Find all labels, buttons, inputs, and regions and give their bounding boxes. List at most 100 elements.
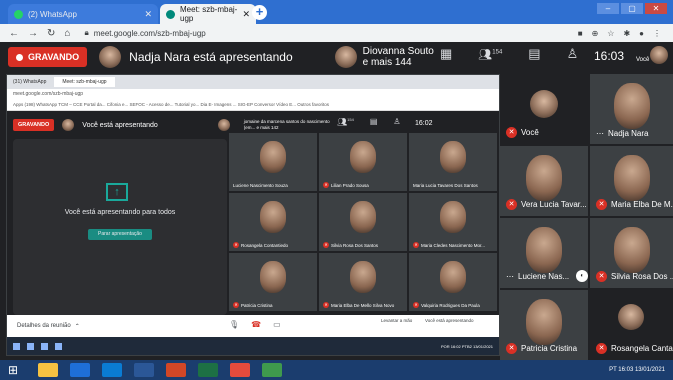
- people-icon[interactable]: 👥︎154: [478, 48, 502, 61]
- participant-avatar: [334, 46, 357, 68]
- participant-tile-self[interactable]: ✕ Você: [500, 114, 588, 144]
- powerpoint-icon[interactable]: [166, 363, 186, 377]
- close-tab-icon[interactable]: ✕: [144, 9, 152, 20]
- participant-summary[interactable]: Diovanna Souto e mais 144: [363, 46, 434, 68]
- inner-sys-tray: POR 16:02 PTB2 13/01/2021: [440, 343, 493, 349]
- inner-participant-avatar: [217, 119, 230, 131]
- presenter-avatar: [99, 46, 122, 68]
- inner-grid-tile: ✕ Maria Elba De Mello Silva Novo: [319, 253, 407, 311]
- pin-icon[interactable]: ◐: [576, 270, 588, 282]
- meet-toolbar-icons: ▦ 👥︎154 ▤ ♙: [440, 46, 578, 62]
- tile-name: Maria Cledes Nascimento Mor...: [421, 242, 486, 248]
- activities-icon[interactable]: ♙: [567, 46, 579, 62]
- presenting-panel: ↑ Você está apresentando para todos Para…: [13, 139, 227, 315]
- inner-address-bar: meet.google.com/szb-mbaj-ugp: [7, 89, 499, 99]
- tab-meet[interactable]: Meet: szb-mbaj-ugp ✕: [160, 4, 256, 24]
- inner-chat-icon: ▤: [369, 117, 378, 126]
- inner-recording-badge: GRAVANDO: [13, 119, 55, 131]
- tile-name: Maria Lucia Tavares Dos Santos: [413, 183, 478, 188]
- inner-tab-bar: (31) WhatsApp Meet: szb-mbaj-ugp: [7, 75, 499, 89]
- inner-you-presenting: Você está apresentando: [425, 318, 474, 323]
- participant-tile[interactable]: ✕ Maria Elba De M...: [590, 146, 673, 216]
- new-tab-button[interactable]: +: [252, 5, 267, 20]
- tile-name: Rosangela Canta...: [611, 344, 673, 353]
- recording-badge: GRAVANDO: [8, 47, 88, 67]
- participant-tile[interactable]: ⋯ Luciene Nas... ◐: [500, 218, 588, 288]
- file-explorer-icon[interactable]: [38, 363, 58, 377]
- presenting-to-all-text: Você está apresentando para todos: [64, 209, 176, 216]
- minimize-icon[interactable]: –: [597, 3, 619, 14]
- profile-avatar[interactable]: ●: [639, 29, 644, 38]
- inner-participant-grid: Luciene Nascimento Souza ✕ Lilian Prado S…: [229, 133, 499, 313]
- inner-presenter-avatar: [62, 119, 75, 131]
- start-button[interactable]: ⊞: [0, 360, 26, 380]
- shared-screen: (31) WhatsApp Meet: szb-mbaj-ugp meet.go…: [6, 74, 500, 356]
- forward-icon[interactable]: →: [28, 28, 38, 39]
- tile-name: Rosangela Contantiedo: [241, 242, 289, 248]
- url-field[interactable]: meet.google.com/szb-mbaj-ugp: [94, 29, 206, 38]
- participant-tile[interactable]: ✕ Rosangela Canta...: [590, 290, 673, 360]
- mic-off-icon: ✕: [506, 343, 517, 354]
- recording-label: GRAVANDO: [28, 52, 80, 62]
- close-window-icon[interactable]: ✕: [645, 3, 667, 14]
- extensions-icon[interactable]: ✱: [623, 29, 630, 38]
- participant-tile[interactable]: ✕ Vera Lucia Tavar...: [500, 146, 588, 216]
- tile-name: Luciene Nascimento Souza: [233, 183, 288, 188]
- inner-taskbar-icon: [27, 342, 34, 350]
- app-icon[interactable]: [262, 363, 282, 377]
- media-icon[interactable]: [102, 363, 122, 377]
- word-icon[interactable]: [134, 363, 154, 377]
- close-tab-icon[interactable]: ✕: [242, 9, 250, 20]
- chat-icon[interactable]: ▤: [528, 46, 540, 62]
- inner-grid-tile: ✕ Rosangela Contantiedo: [229, 193, 317, 251]
- meet-icon: [166, 9, 175, 19]
- participant-tile[interactable]: ⋯ Nadja Nara: [590, 74, 673, 144]
- inner-grid-tile: ✕ Silvia Rosa Dos Santos: [319, 193, 407, 251]
- maximize-icon[interactable]: ▢: [621, 3, 643, 14]
- inner-people-icon: 👥︎154: [337, 117, 354, 127]
- meeting-details-link: Detalhes da reunião: [17, 323, 71, 329]
- tile-name: Patricia Cristina: [521, 344, 578, 353]
- tab-whatsapp[interactable]: (2) WhatsApp ✕: [8, 4, 158, 24]
- inner-tab-whatsapp: (31) WhatsApp: [13, 79, 47, 85]
- inner-participant-count: 154: [347, 117, 354, 122]
- tile-name: Você: [521, 128, 539, 137]
- back-icon[interactable]: ←: [9, 28, 19, 39]
- menu-icon[interactable]: ⋮: [653, 29, 661, 38]
- zoom-icon[interactable]: ⊕: [592, 29, 599, 38]
- inner-participant-summary: jomaine da marcena santos do nascimento …: [243, 119, 330, 130]
- mic-off-icon: ✕: [323, 182, 329, 188]
- camera-icon[interactable]: ■: [578, 29, 583, 38]
- more-icon[interactable]: ⋯: [506, 272, 514, 281]
- inner-camera-icon: ▭: [273, 320, 281, 329]
- tab-label: (2) WhatsApp: [28, 9, 77, 19]
- edge-icon[interactable]: [70, 363, 90, 377]
- excel-icon[interactable]: [198, 363, 218, 377]
- inner-toolbar-icons: 👥︎154 ▤ ♙: [337, 117, 401, 127]
- tile-name: Silvia Rosa Dos Santos: [331, 242, 379, 248]
- tile-name: Lilian Prado Sousa: [331, 182, 369, 188]
- inner-grid-tile: ✕ Maria Cledes Nascimento Mor...: [409, 193, 497, 251]
- stop-presenting-button: Parar apresentação: [88, 229, 152, 240]
- participant-tile[interactable]: ✕ Silvia Rosa Dos ...: [590, 218, 673, 288]
- inner-grid-tile: Maria Lucia Tavares Dos Santos: [409, 133, 497, 191]
- participant-name: Diovanna Souto: [362, 46, 434, 57]
- system-tray[interactable]: PT 16:03 13/01/2021: [609, 367, 673, 374]
- participant-count: 154: [492, 48, 503, 55]
- mic-off-icon: ✕: [413, 242, 419, 248]
- more-icon[interactable]: ⋯: [596, 129, 604, 138]
- tile-name: Silvia Rosa Dos ...: [611, 272, 673, 281]
- presenting-text: Nadja Nara está apresentando: [129, 50, 293, 64]
- mic-off-icon: ✕: [506, 199, 517, 210]
- reload-icon[interactable]: ↻: [47, 28, 55, 39]
- home-icon[interactable]: ⌂: [64, 28, 70, 39]
- whatsapp-icon: [14, 9, 23, 19]
- lock-icon: 🔒︎: [84, 28, 89, 37]
- inner-taskbar: POR 16:02 PTB2 13/01/2021: [7, 337, 499, 355]
- participant-tile[interactable]: ✕ Patricia Cristina: [500, 290, 588, 360]
- tile-name: Maria Elba De M...: [611, 200, 673, 209]
- star-icon[interactable]: ☆: [607, 29, 614, 38]
- self-avatar[interactable]: [650, 46, 668, 64]
- chrome-icon[interactable]: [230, 363, 250, 377]
- qr-grid-icon[interactable]: ▦: [440, 46, 452, 62]
